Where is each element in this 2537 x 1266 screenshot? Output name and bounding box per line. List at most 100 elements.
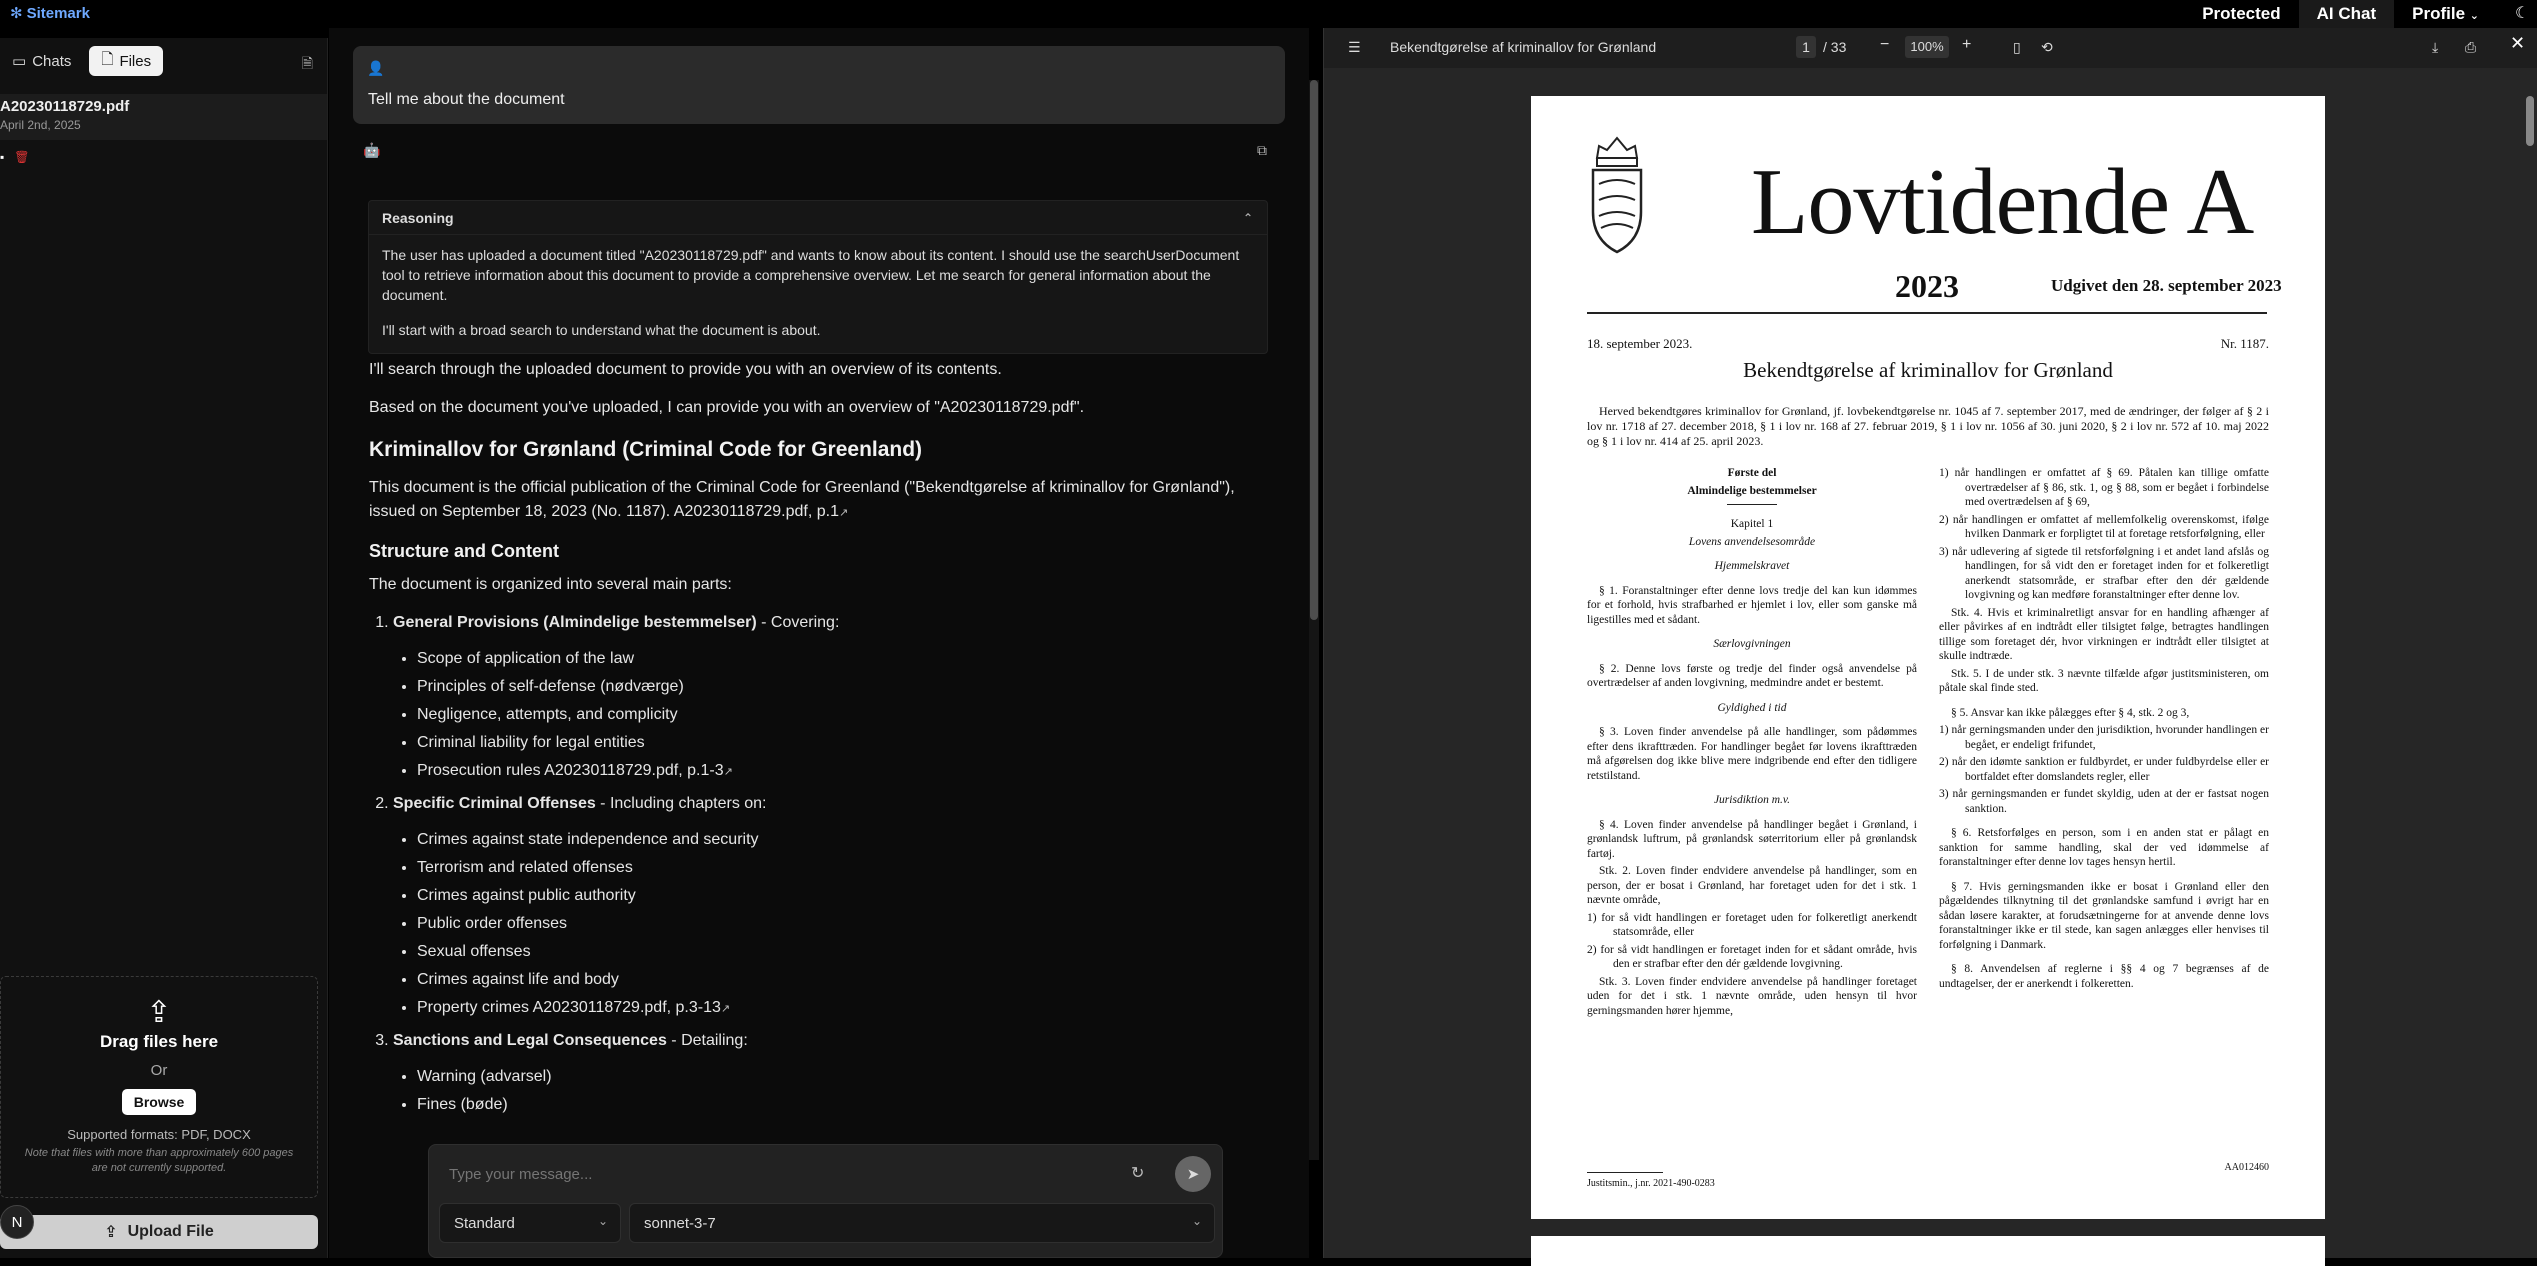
- scrollbar-thumb[interactable]: [2526, 96, 2534, 146]
- pdf-doc-title: Bekendtgørelse af kriminallov for Grønla…: [1743, 358, 2113, 382]
- section-title: Sanctions and Legal Consequences: [393, 1032, 667, 1049]
- section-suffix: - Detailing:: [666, 1032, 748, 1049]
- pdf-page: Lovtidende A 2023 Udgivet den 28. septem…: [1531, 96, 2325, 1219]
- pdf-paragraph: Stk. 2. Loven finder endvidere anvendels…: [1587, 865, 1917, 906]
- top-bar: ✻ Sitemark Protected AI Chat Profile ⌄ ☾: [0, 0, 2537, 28]
- chevron-down-icon: ⌄: [2469, 10, 2479, 22]
- sitemark-icon: ✻: [10, 5, 23, 22]
- pdf-title: Bekendtgørelse af kriminallov for Grønla…: [1390, 39, 1657, 55]
- zoom-in-icon[interactable]: +: [1962, 36, 1971, 54]
- list-item: Public order offenses: [417, 912, 1269, 936]
- pdf-column-left: Første del Almindelige bestemmelser Kapi…: [1587, 466, 1917, 1021]
- theme-toggle-moon-icon[interactable]: ☾: [2497, 0, 2537, 28]
- document-date: April 2nd, 2025: [0, 118, 81, 132]
- message-composer: ↻ ➤ Standard ⌄ sonnet-3-7 ⌄: [428, 1144, 1223, 1258]
- refresh-icon[interactable]: ↻: [1131, 1163, 1144, 1183]
- avatar[interactable]: N: [0, 1205, 34, 1239]
- section-suffix: - Including chapters on:: [595, 795, 767, 812]
- pdf-list-item: 2) for så vidt handlingen er foretaget i…: [1587, 943, 1917, 971]
- reasoning-panel: Reasoning ⌃ The user has uploaded a docu…: [368, 200, 1268, 354]
- pdf-date: 18. september 2023.: [1587, 336, 1693, 351]
- brand-logo[interactable]: ✻ Sitemark: [10, 4, 90, 23]
- list-item: Criminal liability for legal entities: [417, 731, 1269, 755]
- pdf-paragraph: Stk. 5. I de under stk. 3 nævnte tilfæld…: [1939, 667, 2269, 695]
- pdf-page-next: [1531, 1236, 2325, 1266]
- pdf-scrollbar[interactable]: [2525, 96, 2535, 1256]
- reasoning-header[interactable]: Reasoning ⌃: [369, 201, 1267, 235]
- scrollbar-thumb[interactable]: [1310, 80, 1318, 620]
- sections-list: General Provisions (Almindelige bestemme…: [369, 611, 1269, 1117]
- chat-bubble-icon: ▭: [12, 53, 27, 70]
- tab-files[interactable]: 🗋 Files: [89, 46, 164, 76]
- pdf-list-item: 3) når udlevering af sigtede til retsfor…: [1939, 545, 2269, 602]
- model-select-value: sonnet-3-7: [644, 1215, 716, 1232]
- page-number-input[interactable]: 1: [1796, 36, 1816, 58]
- rotate-icon[interactable]: ⟲: [2041, 39, 2053, 56]
- list-item: Crimes against state independence and se…: [417, 828, 1269, 852]
- list-item: Negligence, attempts, and complicity: [417, 703, 1269, 727]
- answer-paragraph: I'll search through the uploaded documen…: [369, 361, 1002, 378]
- file-icon: 🗋: [101, 50, 114, 68]
- user-icon: 👤: [367, 60, 385, 76]
- copy-icon[interactable]: ⧉: [1257, 142, 1267, 159]
- browse-button[interactable]: Browse: [121, 1089, 197, 1115]
- list-item: Fines (bøde): [417, 1093, 1269, 1117]
- pdf-paragraph: § 6. Retsforfølges en person, som i en a…: [1939, 827, 2269, 868]
- section-title: General Provisions (Almindelige bestemme…: [393, 614, 757, 631]
- upload-file-label: Upload File: [127, 1223, 214, 1240]
- pdf-paragraph: § 3. Loven finder anvendelse på alle han…: [1587, 726, 1917, 782]
- download-icon[interactable]: ⤓: [2432, 39, 2438, 56]
- part-title: Almindelige bestemmelser: [1687, 484, 1817, 497]
- pdf-paragraph: § 8. Anvendelsen af reglerne i §§ 4 og 7…: [1939, 963, 2269, 990]
- close-icon[interactable]: ✕: [2510, 33, 2525, 54]
- brand-name: Sitemark: [26, 4, 90, 22]
- list-item: Sanctions and Legal Consequences - Detai…: [393, 1029, 1269, 1117]
- file-dropzone[interactable]: ⇪ Drag files here Or Browse Supported fo…: [0, 976, 318, 1198]
- pdf-paragraph: § 1. Foranstaltninger efter denne lovs t…: [1587, 584, 1917, 626]
- sidebar: ▭ Chats 🗋 Files 🗎 A20230118729.pdf April…: [0, 38, 328, 1258]
- pdf-viewer: ☰ Bekendtgørelse af kriminallov for Grøn…: [1323, 28, 2537, 1266]
- chevron-up-icon: ⌃: [1242, 211, 1253, 225]
- new-document-icon[interactable]: 🗎: [302, 53, 313, 77]
- menu-icon[interactable]: ☰: [1348, 39, 1361, 56]
- trash-icon[interactable]: 🗑: [14, 150, 29, 164]
- zoom-level[interactable]: 100%: [1905, 36, 1949, 58]
- pdf-list-item: 2) når den idømte sanktion er fuldbyrdet…: [1939, 756, 2269, 783]
- document-actions: ▪ 🗑: [0, 150, 30, 164]
- nav-profile-label: Profile: [2412, 4, 2466, 23]
- chat-scrollbar[interactable]: [1309, 80, 1319, 1160]
- nav-protected[interactable]: Protected: [2184, 0, 2298, 28]
- message-input[interactable]: [449, 1166, 1109, 1183]
- divider: [1587, 1172, 1663, 1173]
- divider: [1587, 312, 2267, 314]
- pdf-toolbar: ☰ Bekendtgørelse af kriminallov for Grøn…: [1324, 28, 2537, 68]
- print-icon[interactable]: ⎙: [2465, 39, 2476, 56]
- send-button[interactable]: ➤: [1175, 1156, 1211, 1192]
- section-heading: Særlovgivningen: [1713, 638, 1791, 650]
- model-select[interactable]: sonnet-3-7 ⌄: [629, 1203, 1215, 1243]
- external-link-icon[interactable]: ↗: [839, 507, 848, 519]
- zoom-out-icon[interactable]: −: [1880, 36, 1889, 54]
- fit-page-icon[interactable]: ▯: [2013, 39, 2021, 56]
- edit-icon[interactable]: ▪: [0, 150, 4, 164]
- pdf-paragraph: Stk. 3. Loven finder endvidere anvendels…: [1587, 975, 1917, 1017]
- upload-file-button[interactable]: ⇪ Upload File: [0, 1215, 318, 1249]
- pdf-paragraph: Stk. 4. Hvis et kriminalretligt ansvar f…: [1939, 606, 2269, 663]
- external-link-icon[interactable]: ↗: [721, 1003, 730, 1015]
- document-list-item[interactable]: A20230118729.pdf April 2nd, 2025: [0, 94, 327, 140]
- list-item: Property crimes A20230118729.pdf, p.3-13…: [417, 996, 1269, 1021]
- bot-icon: 🤖: [363, 142, 381, 158]
- reasoning-text: I'll start with a broad search to unders…: [382, 322, 821, 338]
- mode-select[interactable]: Standard ⌄: [439, 1203, 621, 1243]
- tab-chats[interactable]: ▭ Chats: [0, 46, 83, 76]
- nav-ai-chat[interactable]: AI Chat: [2298, 0, 2395, 28]
- answer-heading: Kriminallov for Grønland (Criminal Code …: [369, 438, 923, 461]
- section-heading: Hjemmelskravet: [1714, 560, 1790, 572]
- nav-profile[interactable]: Profile ⌄: [2394, 0, 2497, 28]
- list-item: General Provisions (Almindelige bestemme…: [393, 611, 1269, 784]
- external-link-icon[interactable]: ↗: [724, 766, 733, 778]
- page-total: / 33: [1823, 39, 1847, 55]
- mode-select-value: Standard: [454, 1215, 515, 1232]
- list-item: Warning (advarsel): [417, 1065, 1269, 1089]
- document-name: A20230118729.pdf: [0, 98, 130, 115]
